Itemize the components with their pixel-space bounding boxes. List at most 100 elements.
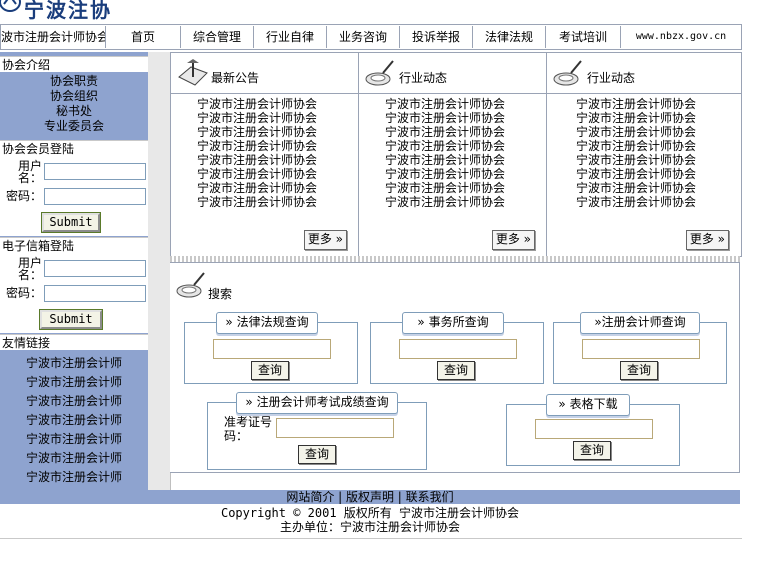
exam-number-input[interactable] [276, 418, 394, 438]
nav-item-5[interactable]: 投诉举报 [400, 26, 473, 48]
mail-password-label: 密码： [5, 286, 42, 300]
firm-query-button[interactable]: 查询 [437, 361, 475, 380]
nav-item-6[interactable]: 法律法规 [473, 26, 546, 48]
nav-item-8[interactable]: www.nbzx.gov.cn [621, 26, 741, 48]
law-query-button[interactable]: 查询 [251, 361, 289, 380]
news-item[interactable]: 宁波市注册会计师协会 [547, 139, 725, 153]
search-title: 搜索 [208, 287, 233, 301]
news-item[interactable]: 宁波市注册会计师协会 [547, 97, 725, 111]
news-item[interactable]: 宁波市注册会计师协会 [547, 181, 725, 195]
magnifier-icon [176, 271, 206, 302]
magnifier-icon [553, 59, 583, 90]
top-nav: 波市注册会计师协会 首页 综合管理 行业自律 业务咨询 投诉举报 法律法规 考试培训 www.n… [0, 24, 742, 50]
firm-query-input[interactable] [399, 339, 517, 359]
nav-item-4[interactable]: 业务咨询 [327, 26, 400, 48]
sidebar-link-secretariat[interactable]: 秘书处 [0, 104, 148, 119]
nav-item-1[interactable]: 首页 [106, 26, 181, 48]
magnifier-icon [365, 59, 395, 90]
news-panel-title: 行业动态 [587, 71, 636, 85]
sidebar-link-committee[interactable]: 专业委员会 [0, 119, 148, 134]
member-login-form: 用户名： 密码： Submit [0, 156, 148, 236]
news-item[interactable]: 宁波市注册会计师协会 [171, 139, 343, 153]
more-button[interactable]: 更多 » [685, 230, 729, 250]
member-password-label: 密码： [5, 189, 42, 203]
form-download-tab[interactable]: » 表格下载 [546, 394, 630, 416]
news-item[interactable]: 宁波市注册会计师协会 [359, 111, 531, 125]
member-username-input[interactable] [44, 163, 146, 180]
sidebar-gutter [148, 52, 171, 490]
footer-host: 主办单位：宁波市注册会计师协会 [279, 520, 460, 534]
member-username-label: 用户名： [17, 159, 42, 185]
footer-links[interactable]: 网站简介 | 版权声明 | 联系我们 [0, 490, 740, 504]
cpa-query-input[interactable] [582, 339, 700, 359]
news-panel-title: 最新公告 [211, 71, 260, 85]
news-item[interactable]: 宁波市注册会计师协会 [359, 97, 531, 111]
more-button[interactable]: 更多 » [303, 230, 347, 250]
left-sidebar: 协会介绍 协会职责 协会组织 秘书处 专业委员会 协会会员登陆 用户名： 密码：… [0, 52, 148, 490]
footer-copyright: Copyright © 2001 版权所有 宁波市注册会计师协会 [220, 506, 520, 520]
mail-password-input[interactable] [44, 285, 146, 302]
friend-link[interactable]: 宁波市注册会计师 [0, 354, 148, 372]
cpa-query-tab[interactable]: »注册会计师查询 [580, 312, 700, 334]
mail-username-input[interactable] [44, 260, 146, 277]
nav-item-2[interactable]: 综合管理 [181, 26, 254, 48]
news-item[interactable]: 宁波市注册会计师协会 [547, 195, 725, 209]
news-item[interactable]: 宁波市注册会计师协会 [547, 111, 725, 125]
news-item[interactable]: 宁波市注册会计师协会 [547, 125, 725, 139]
news-item[interactable]: 宁波市注册会计师协会 [359, 195, 531, 209]
more-button[interactable]: 更多 » [491, 230, 535, 250]
form-download-input[interactable] [535, 419, 653, 439]
news-item[interactable]: 宁波市注册会计师协会 [359, 167, 531, 181]
news-item[interactable]: 宁波市注册会计师协会 [359, 139, 531, 153]
news-item[interactable]: 宁波市注册会计师协会 [359, 181, 531, 195]
news-item[interactable]: 宁波市注册会计师协会 [171, 195, 343, 209]
news-item[interactable]: 宁波市注册会计师协会 [171, 153, 343, 167]
exam-query-button[interactable]: 查询 [298, 445, 336, 464]
mail-submit-button[interactable]: Submit [39, 309, 103, 330]
sidebar-heading-member-login: 协会会员登陆 [0, 140, 148, 156]
friend-link[interactable]: 宁波市注册会计师 [0, 449, 148, 467]
cpa-query-button[interactable]: 查询 [620, 361, 658, 380]
news-panel-header: 最新公告 [171, 53, 359, 94]
site-logo [0, 0, 21, 16]
friend-link[interactable]: 宁波市注册会计师 [0, 430, 148, 448]
sidebar-heading-about: 协会介绍 [0, 56, 148, 72]
mail-username-label: 用户名： [17, 256, 42, 282]
footer-rule [0, 538, 742, 539]
nav-item-3[interactable]: 行业自律 [254, 26, 327, 48]
exam-query-tab[interactable]: » 注册会计师考试成绩查询 [236, 392, 398, 414]
sidebar-heading-mail-login: 电子信箱登陆 [0, 237, 148, 253]
news-panel-header: 行业动态 [359, 53, 547, 94]
exam-number-label: 准考证号码： [224, 415, 273, 443]
news-panel-1: 行业动态宁波市注册会计师协会 宁波市注册会计师协会 宁波市注册会计师协会 宁波市注册会… [358, 52, 548, 257]
firm-query-tab[interactable]: » 事务所查询 [402, 312, 504, 334]
member-password-input[interactable] [44, 188, 146, 205]
law-query-input[interactable] [213, 339, 331, 359]
friend-link[interactable]: 宁波市注册会计师 [0, 392, 148, 410]
form-download-button[interactable]: 查询 [573, 441, 611, 460]
site-logo-text: 宁波注协 [24, 0, 112, 22]
news-item[interactable]: 宁波市注册会计师协会 [171, 125, 343, 139]
search-area: 查询 » 法律法规查询 查询 » 事务所查询 查询 »注册会计师查询 准考证号码… [170, 306, 740, 473]
sidebar-heading-friend-links: 友情链接 [0, 334, 148, 350]
news-item[interactable]: 宁波市注册会计师协会 [171, 97, 343, 111]
nav-item-7[interactable]: 考试培训 [546, 26, 621, 48]
member-submit-button[interactable]: Submit [41, 212, 101, 233]
nav-item-0[interactable]: 波市注册会计师协会 [1, 26, 106, 48]
sidebar-link-organization[interactable]: 协会组织 [0, 89, 148, 104]
news-item[interactable]: 宁波市注册会计师协会 [359, 125, 531, 139]
friend-link[interactable]: 宁波市注册会计师 [0, 373, 148, 391]
friend-link[interactable]: 宁波市注册会计师 [0, 411, 148, 429]
news-item[interactable]: 宁波市注册会计师协会 [171, 167, 343, 181]
friend-link[interactable]: 宁波市注册会计师 [0, 468, 148, 486]
news-panel-2: 行业动态宁波市注册会计师协会 宁波市注册会计师协会 宁波市注册会计师协会 宁波市注册会… [546, 52, 742, 257]
mail-login-form: 用户名： 密码： Submit [0, 253, 148, 333]
news-panel-0: 最新公告宁波市注册会计师协会 宁波市注册会计师协会 宁波市注册会计师协会 宁波市注册会… [170, 52, 360, 257]
law-query-tab[interactable]: » 法律法规查询 [216, 312, 318, 334]
news-item[interactable]: 宁波市注册会计师协会 [359, 153, 531, 167]
sidebar-link-duties[interactable]: 协会职责 [0, 74, 148, 89]
news-item[interactable]: 宁波市注册会计师协会 [171, 181, 343, 195]
news-item[interactable]: 宁波市注册会计师协会 [547, 153, 725, 167]
news-item[interactable]: 宁波市注册会计师协会 [171, 111, 343, 125]
news-item[interactable]: 宁波市注册会计师协会 [547, 167, 725, 181]
